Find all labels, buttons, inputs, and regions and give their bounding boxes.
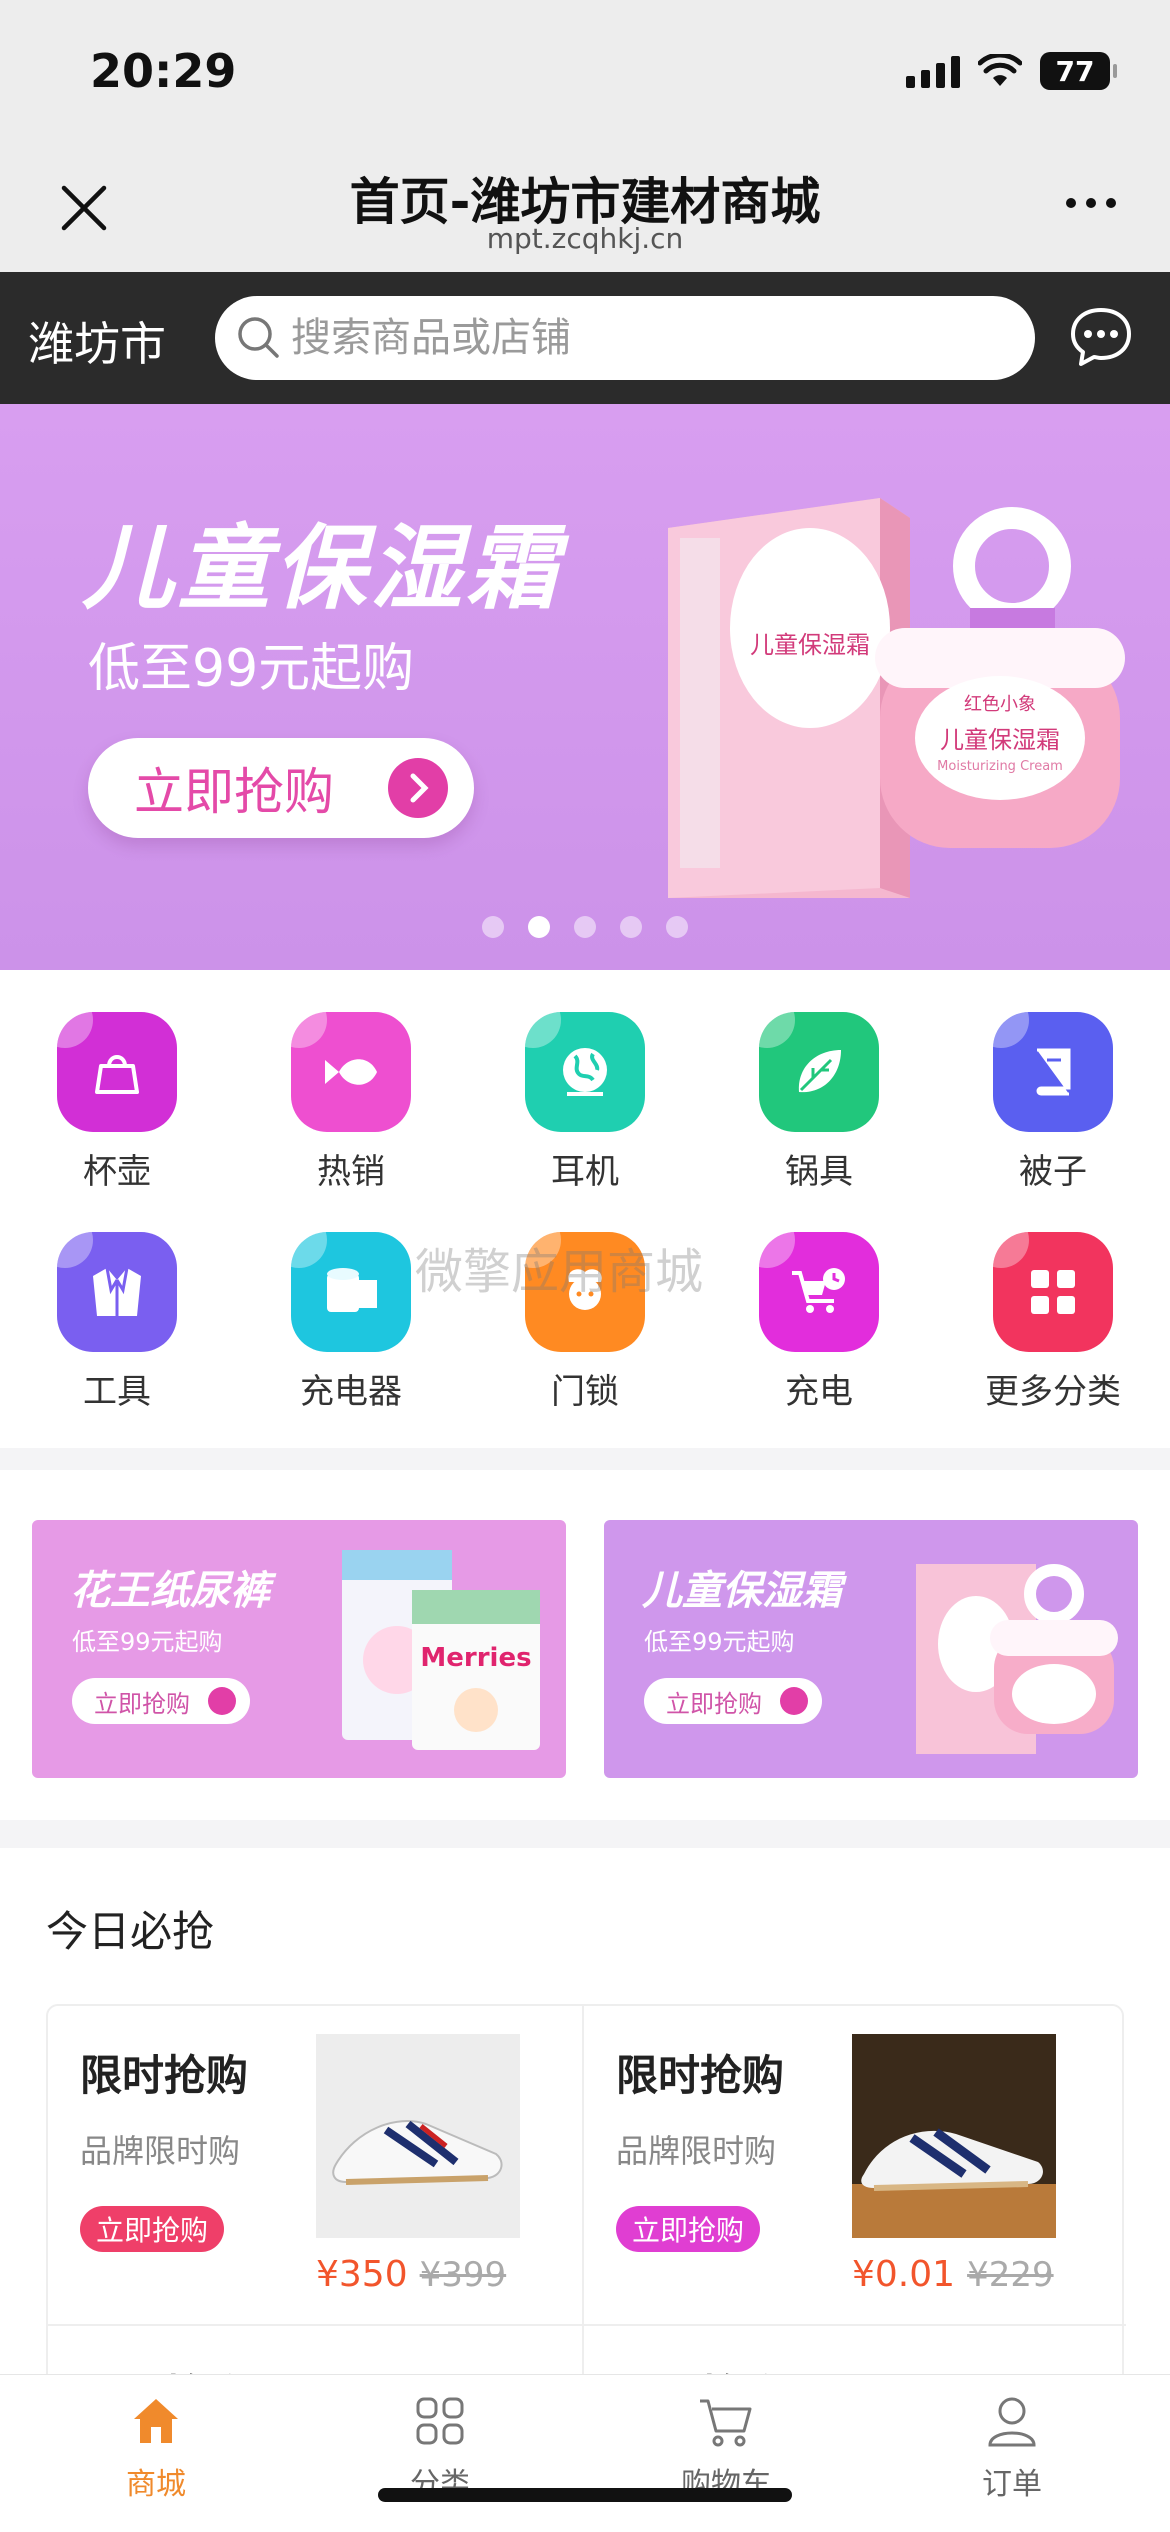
home-icon bbox=[134, 2399, 178, 2443]
sale-price: ¥0.01 bbox=[852, 2254, 956, 2295]
promo-title: 花王纸尿裤 bbox=[70, 1568, 270, 1614]
search-input[interactable] bbox=[291, 315, 991, 361]
carousel-dot[interactable] bbox=[574, 916, 596, 938]
shoe-product-image bbox=[316, 2034, 520, 2238]
search-header: 潍坊市 bbox=[0, 272, 1170, 404]
user-icon bbox=[988, 2397, 1036, 2447]
flash-sale-card[interactable]: 限时抢购 品牌限时购 立即抢购 ¥0.01 ¥229 bbox=[584, 2006, 1117, 2328]
original-price: ¥229 bbox=[967, 2255, 1054, 2295]
status-bar: 20:29 77 bbox=[0, 0, 1170, 140]
category-item[interactable]: 耳机 bbox=[468, 1012, 702, 1193]
book-icon bbox=[993, 1012, 1113, 1132]
mini-program-navbar: 首页-潍坊市建材商城 mpt.zcqhkj.cn bbox=[0, 140, 1170, 272]
tab-cart[interactable]: 购物车 bbox=[626, 2393, 826, 2503]
cart-clock-icon bbox=[759, 1232, 879, 1352]
carousel-indicator[interactable] bbox=[0, 916, 1170, 938]
hero-banner[interactable]: 儿童保湿霜 低至99元起购 立即抢购 儿童保湿霜 红色小象 儿童保湿霜 Mois… bbox=[0, 404, 1170, 970]
promo-buy-button[interactable]: 立即抢购 bbox=[72, 1678, 250, 1724]
carousel-dot[interactable] bbox=[620, 916, 642, 938]
wifi-icon bbox=[978, 54, 1022, 86]
category-item[interactable]: 工具 bbox=[0, 1232, 234, 1413]
globe-icon bbox=[525, 1012, 645, 1132]
buy-now-button[interactable]: 立即抢购 bbox=[80, 2206, 225, 2252]
category-item[interactable]: 充电 bbox=[702, 1232, 936, 1413]
carousel-dot[interactable] bbox=[482, 916, 504, 938]
category-item[interactable]: 被子 bbox=[936, 1012, 1170, 1193]
promo-title: 儿童保湿霜 bbox=[642, 1568, 842, 1614]
chevron-right-icon bbox=[208, 1687, 236, 1715]
buy-now-button[interactable]: 立即抢购 bbox=[616, 2206, 761, 2252]
chat-icon[interactable] bbox=[1068, 304, 1134, 370]
banner-title: 儿童保湿霜 bbox=[82, 515, 563, 622]
section-title: 今日必抢 bbox=[46, 1907, 215, 1956]
svg-text:儿童保湿霜: 儿童保湿霜 bbox=[750, 631, 870, 659]
carousel-dot-active[interactable] bbox=[528, 916, 550, 938]
fish-icon bbox=[291, 1012, 411, 1132]
promo-row: 花王纸尿裤 低至99元起购 立即抢购 Merries 儿童保湿霜 低至99元起购… bbox=[0, 1470, 1170, 1820]
promo-card-diapers[interactable]: 花王纸尿裤 低至99元起购 立即抢购 Merries bbox=[32, 1520, 566, 1778]
tab-home[interactable]: 商城 bbox=[56, 2393, 256, 2503]
tab-orders[interactable]: 订单 bbox=[912, 2393, 1112, 2503]
search-icon bbox=[238, 317, 279, 358]
svg-text:儿童保湿霜: 儿童保湿霜 bbox=[940, 726, 1060, 754]
diaper-product-image: Merries bbox=[342, 1550, 540, 1750]
grid-icon bbox=[993, 1232, 1113, 1352]
bag-icon bbox=[57, 1012, 177, 1132]
tissue-icon bbox=[291, 1232, 411, 1352]
promo-buy-button[interactable]: 立即抢购 bbox=[644, 1678, 822, 1724]
sale-price: ¥350 bbox=[316, 2254, 408, 2295]
svg-text:Merries: Merries bbox=[420, 1643, 531, 1673]
watermark-text: 微擎应用商城 bbox=[415, 1244, 704, 1300]
search-box[interactable] bbox=[215, 296, 1035, 380]
banner-buy-button[interactable]: 立即抢购 bbox=[88, 738, 474, 838]
category-grid: 杯壶 热销 耳机 锅具 被子 工具 充电器 门锁 充电 更多分类 bbox=[0, 970, 1170, 1448]
status-time: 20:29 bbox=[90, 44, 237, 98]
chevron-right-icon bbox=[780, 1687, 808, 1715]
svg-text:Moisturizing Cream: Moisturizing Cream bbox=[937, 759, 1063, 774]
tab-category[interactable]: 分类 bbox=[340, 2393, 540, 2503]
today-section: 今日必抢 限时抢购 品牌限时购 立即抢购 ¥350 ¥399 限时抢购 品牌限时购… bbox=[0, 1848, 1170, 2426]
promo-subtitle: 低至99元起购 bbox=[72, 1628, 223, 1656]
promo-card-cream[interactable]: 儿童保湿霜 低至99元起购 立即抢购 bbox=[604, 1520, 1138, 1778]
flash-sale-card[interactable]: 限时抢购 品牌限时购 立即抢购 ¥350 ¥399 bbox=[48, 2006, 581, 2328]
more-icon[interactable] bbox=[1066, 198, 1116, 208]
banner-button-label: 立即抢购 bbox=[134, 763, 334, 821]
city-selector[interactable]: 潍坊市 bbox=[28, 308, 166, 374]
grid-icon bbox=[416, 2397, 464, 2445]
battery-icon: 77 bbox=[1040, 52, 1117, 90]
bottom-tab-bar: 商城 分类 购物车 订单 bbox=[0, 2374, 1170, 2532]
chevron-right-icon bbox=[388, 758, 448, 818]
category-item[interactable]: 热销 bbox=[234, 1012, 468, 1193]
leaf-icon bbox=[759, 1012, 879, 1132]
home-indicator[interactable] bbox=[378, 2488, 792, 2502]
page-domain: mpt.zcqhkj.cn bbox=[486, 222, 684, 255]
category-item[interactable]: 更多分类 bbox=[936, 1232, 1170, 1413]
banner-subtitle: 低至99元起购 bbox=[88, 639, 415, 699]
status-icons: 77 bbox=[906, 52, 1117, 90]
carousel-dot[interactable] bbox=[666, 916, 688, 938]
category-item[interactable]: 锅具 bbox=[702, 1012, 936, 1193]
original-price: ¥399 bbox=[419, 2255, 507, 2295]
cream-product-image: 儿童保湿霜 红色小象 儿童保湿霜 Moisturizing Cream bbox=[668, 498, 1125, 898]
flash-sale-grid: 限时抢购 品牌限时购 立即抢购 ¥350 ¥399 限时抢购 品牌限时购 立即抢购 bbox=[46, 2004, 1126, 2426]
category-item[interactable]: 杯壶 bbox=[0, 1012, 234, 1193]
signal-icon bbox=[906, 54, 960, 88]
suit-icon bbox=[57, 1232, 177, 1352]
promo-subtitle: 低至99元起购 bbox=[644, 1628, 795, 1656]
svg-text:红色小象: 红色小象 bbox=[964, 694, 1036, 715]
shoe-product-image bbox=[852, 2034, 1056, 2238]
cart-icon bbox=[700, 2399, 752, 2447]
cream-product-image bbox=[916, 1564, 1118, 1754]
